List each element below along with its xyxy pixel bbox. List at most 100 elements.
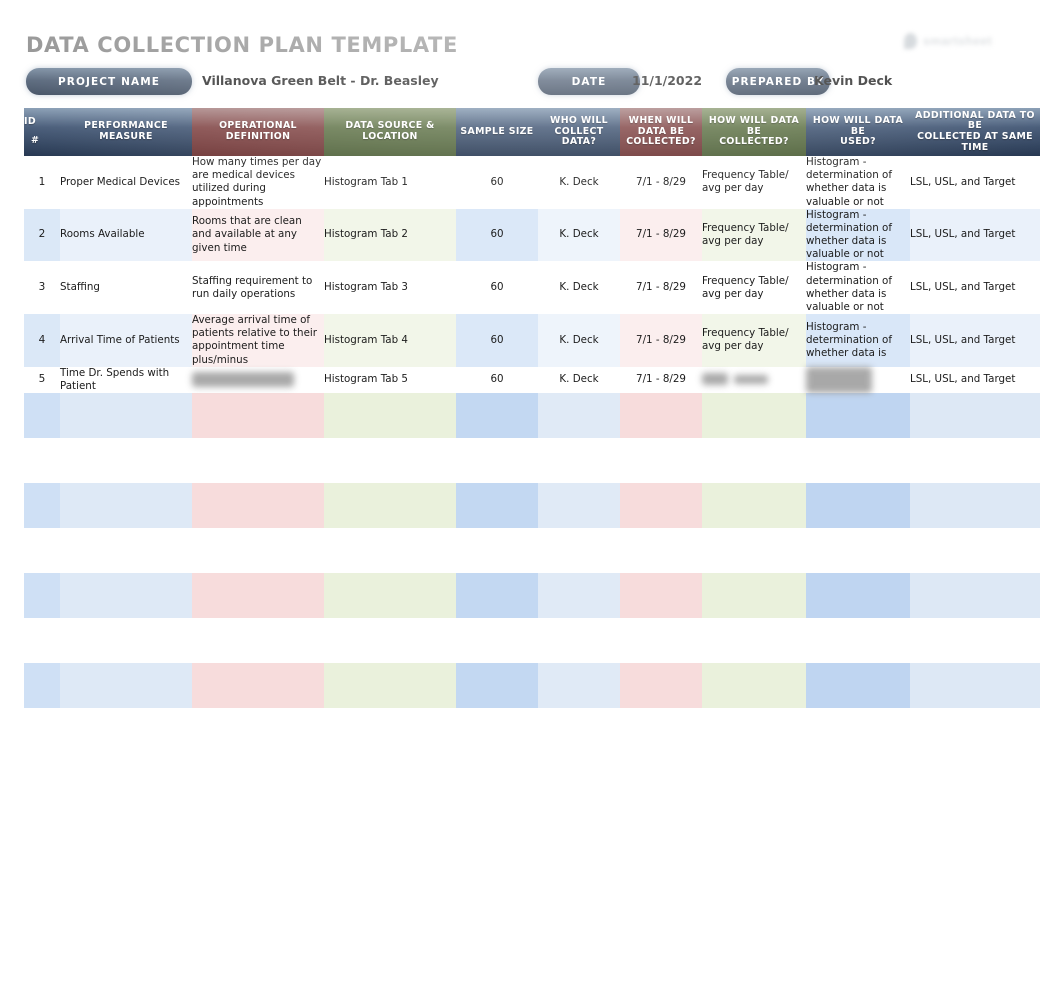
empty-cell-data_source[interactable] — [324, 393, 456, 439]
cell-additional_data[interactable]: LSL, USL, and Target — [910, 156, 1040, 209]
empty-table-row[interactable] — [24, 393, 1040, 439]
cell-how_used[interactable]: Histogram - determination of whether dat… — [806, 261, 910, 315]
empty-cell-when_collected[interactable] — [620, 438, 702, 484]
empty-cell-data_source[interactable] — [324, 573, 456, 619]
cell-additional_data[interactable]: LSL, USL, and Target — [910, 261, 1040, 315]
cell-performance_measure[interactable]: Time Dr. Spends with Patient — [60, 366, 192, 394]
table-row[interactable]: 3 Staffing Staffing requirement to run dai… — [24, 261, 1040, 315]
empty-table-row[interactable] — [24, 483, 1040, 529]
cell-id[interactable]: 2 — [24, 208, 60, 262]
cell-who_collects[interactable]: K. Deck — [538, 314, 620, 367]
cell-data_source[interactable]: Histogram Tab 2 — [324, 208, 456, 262]
cell-how_used[interactable] — [806, 366, 910, 394]
cell-additional_data[interactable]: LSL, USL, and Target — [910, 208, 1040, 262]
empty-cell-data_source[interactable] — [324, 618, 456, 664]
empty-cell-additional_data[interactable] — [910, 483, 1040, 529]
empty-cell-performance_measure[interactable] — [60, 618, 192, 664]
empty-cell-how_collected[interactable] — [702, 573, 806, 619]
empty-cell-when_collected[interactable] — [620, 618, 702, 664]
cell-how_collected[interactable] — [702, 366, 806, 394]
cell-when_collected[interactable]: 7/1 - 8/29 — [620, 261, 702, 315]
cell-operational_definition[interactable]: Rooms that are clean and available at an… — [192, 208, 324, 262]
cell-sample_size[interactable]: 60 — [456, 208, 538, 262]
cell-additional_data[interactable]: LSL, USL, and Target — [910, 314, 1040, 367]
empty-cell-data_source[interactable] — [324, 528, 456, 574]
table-row[interactable]: 2 Rooms Available Rooms that are clean and… — [24, 208, 1040, 262]
empty-cell-data_source[interactable] — [324, 483, 456, 529]
empty-cell-how_used[interactable] — [806, 438, 910, 484]
cell-id[interactable]: 5 — [24, 366, 60, 394]
empty-cell-data_source[interactable] — [324, 438, 456, 484]
empty-cell-how_collected[interactable] — [702, 393, 806, 439]
cell-sample_size[interactable]: 60 — [456, 156, 538, 209]
cell-when_collected[interactable]: 7/1 - 8/29 — [620, 156, 702, 209]
empty-cell-performance_measure[interactable] — [60, 528, 192, 574]
cell-id[interactable]: 3 — [24, 261, 60, 315]
empty-cell-sample_size[interactable] — [456, 618, 538, 664]
empty-cell-who_collects[interactable] — [538, 663, 620, 709]
empty-cell-performance_measure[interactable] — [60, 483, 192, 529]
empty-cell-id[interactable] — [24, 618, 60, 664]
cell-performance_measure[interactable]: Proper Medical Devices — [60, 156, 192, 209]
cell-data_source[interactable]: Histogram Tab 1 — [324, 156, 456, 209]
empty-table-row[interactable] — [24, 573, 1040, 619]
empty-cell-operational_definition[interactable] — [192, 573, 324, 619]
empty-cell-operational_definition[interactable] — [192, 483, 324, 529]
empty-cell-when_collected[interactable] — [620, 573, 702, 619]
empty-table-row[interactable] — [24, 528, 1040, 574]
cell-sample_size[interactable]: 60 — [456, 261, 538, 315]
empty-cell-when_collected[interactable] — [620, 483, 702, 529]
empty-cell-how_used[interactable] — [806, 483, 910, 529]
cell-data_source[interactable]: Histogram Tab 5 — [324, 366, 456, 394]
cell-who_collects[interactable]: K. Deck — [538, 261, 620, 315]
empty-cell-id[interactable] — [24, 393, 60, 439]
empty-cell-who_collects[interactable] — [538, 393, 620, 439]
empty-cell-sample_size[interactable] — [456, 573, 538, 619]
empty-cell-additional_data[interactable] — [910, 438, 1040, 484]
empty-cell-how_collected[interactable] — [702, 438, 806, 484]
empty-cell-how_used[interactable] — [806, 393, 910, 439]
table-row[interactable]: 5 Time Dr. Spends with Patient Histogram T… — [24, 366, 1040, 394]
cell-when_collected[interactable]: 7/1 - 8/29 — [620, 366, 702, 394]
table-row[interactable]: 1 Proper Medical Devices How many times pe… — [24, 156, 1040, 209]
cell-operational_definition[interactable] — [192, 366, 324, 394]
empty-cell-sample_size[interactable] — [456, 663, 538, 709]
empty-cell-id[interactable] — [24, 663, 60, 709]
empty-table-row[interactable] — [24, 618, 1040, 664]
empty-cell-how_used[interactable] — [806, 663, 910, 709]
empty-cell-additional_data[interactable] — [910, 528, 1040, 574]
cell-operational_definition[interactable]: How many times per day are medical devic… — [192, 156, 324, 209]
empty-cell-how_used[interactable] — [806, 573, 910, 619]
empty-cell-operational_definition[interactable] — [192, 618, 324, 664]
cell-how_collected[interactable]: Frequency Table/ avg per day — [702, 156, 806, 209]
empty-cell-operational_definition[interactable] — [192, 438, 324, 484]
cell-when_collected[interactable]: 7/1 - 8/29 — [620, 208, 702, 262]
empty-cell-how_used[interactable] — [806, 618, 910, 664]
empty-cell-additional_data[interactable] — [910, 663, 1040, 709]
empty-cell-performance_measure[interactable] — [60, 663, 192, 709]
empty-cell-additional_data[interactable] — [910, 618, 1040, 664]
cell-sample_size[interactable]: 60 — [456, 314, 538, 367]
empty-cell-sample_size[interactable] — [456, 483, 538, 529]
cell-operational_definition[interactable]: Average arrival time of patients relativ… — [192, 314, 324, 367]
empty-cell-how_used[interactable] — [806, 528, 910, 574]
empty-cell-how_collected[interactable] — [702, 618, 806, 664]
empty-cell-sample_size[interactable] — [456, 393, 538, 439]
empty-cell-id[interactable] — [24, 528, 60, 574]
empty-cell-who_collects[interactable] — [538, 528, 620, 574]
cell-operational_definition[interactable]: Staffing requirement to run daily operat… — [192, 261, 324, 315]
prepared-by-value[interactable]: Kevin Deck — [814, 73, 892, 88]
empty-cell-sample_size[interactable] — [456, 528, 538, 574]
empty-cell-performance_measure[interactable] — [60, 438, 192, 484]
empty-cell-when_collected[interactable] — [620, 663, 702, 709]
empty-cell-data_source[interactable] — [324, 663, 456, 709]
empty-cell-who_collects[interactable] — [538, 483, 620, 529]
empty-cell-how_collected[interactable] — [702, 483, 806, 529]
empty-table-row[interactable] — [24, 663, 1040, 709]
empty-cell-additional_data[interactable] — [910, 573, 1040, 619]
cell-who_collects[interactable]: K. Deck — [538, 366, 620, 394]
cell-how_collected[interactable]: Frequency Table/ avg per day — [702, 314, 806, 367]
empty-cell-performance_measure[interactable] — [60, 393, 192, 439]
empty-cell-additional_data[interactable] — [910, 393, 1040, 439]
empty-cell-who_collects[interactable] — [538, 573, 620, 619]
